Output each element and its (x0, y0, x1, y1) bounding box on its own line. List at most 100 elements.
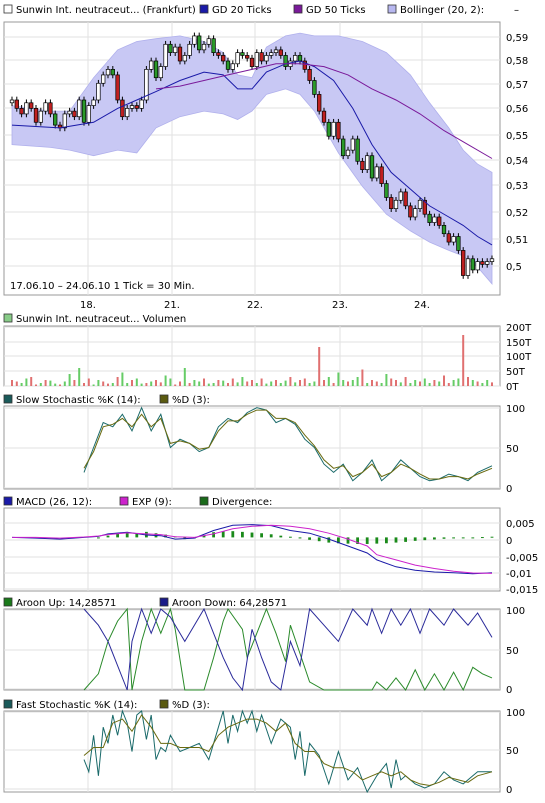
candle-body (91, 99, 96, 106)
legend-label: Divergence: (212, 497, 272, 508)
candle-body (139, 99, 144, 109)
legend-label: GD 50 Ticks (306, 5, 366, 16)
candle-body (312, 80, 317, 95)
volume-bar (428, 383, 431, 386)
volume-bar (145, 383, 148, 386)
candle-body (297, 55, 303, 62)
y-tick-label: 0,005 (506, 519, 535, 530)
legend-swatch (387, 4, 397, 14)
volume-bar (255, 383, 258, 386)
candle-body (125, 108, 130, 118)
divergence-bar (452, 537, 455, 539)
y-tick-label: 0 (506, 536, 512, 547)
volume-bar (15, 381, 18, 386)
volume-bar (121, 372, 124, 386)
divergence-bar (221, 531, 225, 538)
volume-bar (59, 384, 61, 386)
volume-bar (366, 383, 369, 386)
candle-body (197, 35, 202, 51)
volume-bar (491, 382, 493, 386)
legend-label: Aroon Up: 14,28571 (16, 598, 116, 609)
divergence-bar (279, 535, 283, 538)
x-tick-label: 18. (80, 300, 96, 311)
candle-body (240, 52, 245, 56)
volume-bar (423, 378, 426, 386)
y-tick-label: 200T (506, 323, 532, 334)
legend-swatch (119, 496, 129, 506)
volume-bar (20, 383, 23, 386)
volume-bar (294, 382, 297, 386)
legend-swatch (3, 313, 13, 323)
candle-body (283, 55, 288, 67)
x-tick-label: 23. (332, 300, 348, 311)
candle-body (379, 166, 384, 184)
candle-body (264, 55, 269, 62)
volume-bar (284, 380, 287, 386)
y-tick-label: -0,015 (506, 585, 538, 596)
volume-bar (351, 380, 354, 386)
candle-body (101, 74, 106, 84)
volume-bar (241, 377, 244, 386)
candle-body (470, 258, 475, 271)
candle-body (331, 121, 336, 137)
candle-body (249, 57, 255, 67)
volume-bar (188, 383, 191, 386)
volume-bar (135, 378, 138, 386)
volume-bar (323, 380, 325, 386)
candle-body (245, 55, 250, 59)
candle-body (9, 99, 15, 104)
candle-body (259, 52, 264, 62)
volume-bar (49, 380, 52, 386)
candle-body (24, 102, 29, 115)
candle-body (461, 250, 466, 276)
volume-bar (107, 383, 109, 386)
legend-swatch (3, 496, 13, 506)
y-tick-label: 150T (506, 338, 532, 349)
legend-label: MACD (26, 12): (16, 497, 92, 508)
volume-bar (222, 380, 225, 386)
y-tick-label: 0,5 (506, 262, 522, 273)
candle-body (427, 213, 432, 223)
candle-body (168, 43, 173, 53)
chart-annotation: 17.06.10 – 24.06.10 1 Tick = 30 Min. (10, 281, 195, 292)
x-tick-label: 24. (414, 300, 430, 311)
y-tick-label: 0,59 (506, 33, 528, 44)
candle-body (456, 236, 461, 251)
volume-bar (251, 380, 253, 386)
divergence-bar (260, 533, 263, 538)
candle-body (341, 138, 346, 157)
volume-bar (126, 383, 129, 386)
volume-bar (217, 380, 220, 386)
volume-bar (332, 383, 335, 386)
candle-body (417, 199, 423, 209)
volume-bar (404, 377, 407, 386)
candle-body (374, 166, 379, 179)
divergence-bar (442, 537, 446, 539)
candle-body (96, 82, 101, 101)
y-tick-label: 0,53 (506, 181, 528, 192)
y-tick-label: 0,57 (506, 80, 528, 91)
candle-body (393, 199, 399, 209)
legend-label: Sunwin Int. neutraceut... (Frankfurt) (16, 5, 196, 16)
y-tick-label: 50 (506, 746, 519, 757)
candle-body (192, 35, 197, 45)
divergence-bar (471, 537, 475, 539)
candle-body (62, 113, 67, 129)
y-tick-label: 0 (506, 785, 512, 796)
volume-bar (73, 380, 76, 386)
volume-bar (313, 381, 316, 386)
divergence-bar (298, 537, 302, 539)
divergence-bar (385, 537, 388, 544)
candle-body (451, 236, 456, 243)
legend-swatch (159, 597, 169, 607)
volume-bar (150, 381, 153, 386)
volume-bar (68, 374, 71, 386)
legend-label: %D (3): (172, 700, 210, 711)
candle-body (201, 43, 207, 51)
y-tick-label: 0,56 (506, 104, 528, 115)
divergence-bar (423, 537, 427, 541)
legend-label: Aroon Down: 64,28571 (172, 598, 287, 609)
y-tick-label: 0 (506, 685, 512, 696)
divergence-bar (106, 535, 110, 538)
panel-frame-macd (3, 507, 501, 592)
